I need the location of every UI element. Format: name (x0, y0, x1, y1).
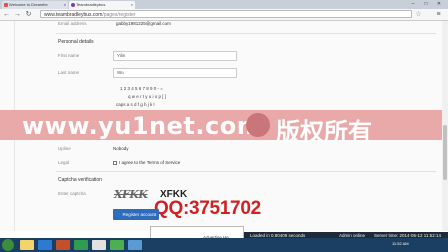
register-button-label: Register account (122, 212, 157, 217)
back-icon[interactable]: ← (2, 10, 11, 19)
divider (56, 171, 436, 172)
watermark-logo-icon (246, 113, 270, 137)
tab-title: Teambradleybus (76, 2, 106, 7)
address-host: www.teambradleybus.com (44, 12, 103, 18)
upline-value: Nobody (113, 146, 129, 151)
scrollbar-thumb[interactable] (443, 125, 447, 180)
folder-icon[interactable] (20, 240, 34, 250)
close-tab-icon[interactable]: × (131, 1, 133, 9)
tab-welcome[interactable]: Welcome to Dreamfor × (2, 1, 68, 9)
favicon-icon (4, 3, 8, 7)
first-name-label: First name (58, 53, 80, 58)
watermark-qq: QQ:3751702 (154, 198, 261, 219)
nav-bar: ← → ↻ www.teambradleybus.com/pages/regis… (0, 9, 448, 21)
divider (56, 33, 436, 34)
legal-label: Legal (58, 160, 70, 165)
chrome-icon[interactable] (92, 240, 106, 250)
keyboard-row-top[interactable]: q w e r t y u i o p [ ] (128, 94, 166, 99)
email-value: gabby1981225@gmail.com (116, 21, 171, 26)
captcha-image: XFKK (114, 188, 148, 201)
app-icon[interactable] (128, 240, 142, 250)
system-clock: 11:52 AM (392, 241, 409, 246)
address-path: /pages/register (102, 12, 136, 18)
bookmark-star-icon[interactable]: ☆ (414, 10, 423, 19)
tab-teambradleybus[interactable]: Teambradleybus × (69, 1, 135, 9)
ie-icon[interactable] (38, 240, 52, 250)
reload-icon[interactable]: ↻ (24, 10, 33, 19)
watermark-cn-text: 版权所有 (276, 118, 372, 146)
last-name-field[interactable]: Wu (113, 68, 237, 78)
upline-label: Upline (58, 146, 71, 151)
keyboard-row-numbers[interactable]: 1 2 3 4 5 6 7 8 9 0 - = (120, 86, 163, 91)
terms-checkbox[interactable] (113, 161, 117, 165)
app-icon[interactable] (74, 240, 88, 250)
email-label: Email address (58, 21, 87, 26)
first-name-field[interactable]: Yilin (113, 51, 237, 61)
close-tab-icon[interactable]: × (64, 1, 66, 9)
close-window-icon[interactable]: ✕ (433, 1, 445, 7)
captcha-label: Enter captcha (58, 191, 86, 196)
forward-icon[interactable]: → (13, 10, 22, 19)
watermark-text: www.yu1net.com (22, 112, 263, 140)
start-button-icon[interactable] (2, 239, 14, 251)
menu-icon[interactable]: ≡ (434, 10, 443, 19)
section-captcha: Captcha verification (58, 177, 102, 183)
minimize-icon[interactable]: – (407, 1, 419, 7)
window-controls: – □ ✕ (406, 1, 446, 8)
favicon-icon (71, 3, 75, 7)
media-icon[interactable] (56, 240, 70, 250)
maximize-icon[interactable]: □ (420, 1, 432, 7)
app-icon[interactable] (110, 240, 124, 250)
section-personal-details: Personal details (58, 39, 94, 45)
agree-text: I agree to the (119, 160, 146, 165)
register-account-button[interactable]: 👤 Register account (113, 209, 159, 220)
address-bar[interactable]: www.teambradleybus.com/pages/register (40, 10, 412, 18)
tab-bar: Welcome to Dreamfor × Teambradleybus × –… (0, 0, 448, 9)
legal-text: I agree to the Terms of Service (119, 160, 180, 165)
last-name-label: Last name (58, 70, 80, 75)
terms-link[interactable]: Terms of Service (147, 160, 181, 165)
tab-title: Welcome to Dreamfor (9, 2, 48, 7)
user-icon: 👤 (115, 212, 123, 217)
keyboard-row-home[interactable]: caps a s d f g h j k l (116, 102, 155, 107)
